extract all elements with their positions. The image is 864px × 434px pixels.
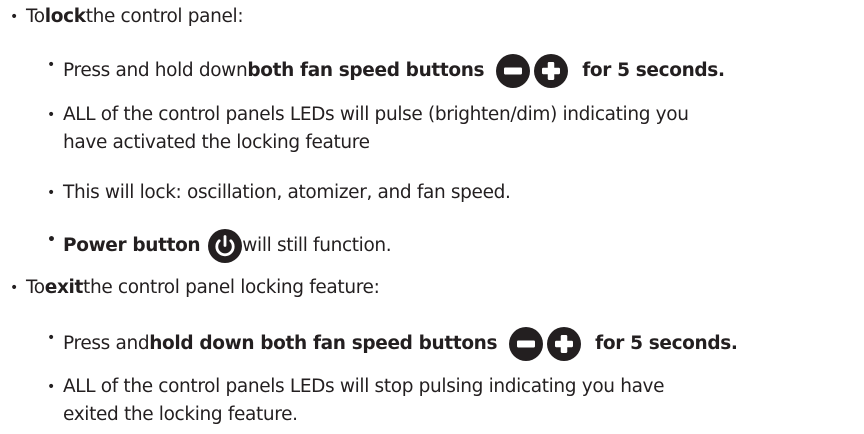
lock-item2-line1: ALL of the control panels LEDs will puls… bbox=[63, 104, 689, 125]
bullet: • bbox=[47, 379, 55, 395]
lock-intro-keyword: lock bbox=[44, 6, 86, 27]
lock-item-press-hold: • Press and hold down both fan speed but… bbox=[47, 54, 725, 88]
bullet: • bbox=[47, 185, 55, 201]
exit-item-press-hold: • Press and hold down both fan speed but… bbox=[47, 327, 738, 361]
lock-intro-text-a: To bbox=[26, 6, 45, 27]
lock-item-power: • Power button will still function. bbox=[47, 229, 392, 263]
bullet: • bbox=[47, 330, 55, 346]
bullet: • bbox=[10, 9, 18, 25]
lock-item4-text: will still function. bbox=[242, 235, 392, 256]
minus-circle-icon bbox=[509, 327, 544, 361]
exit-item1-text-a: Press and bbox=[63, 333, 150, 354]
bullet: • bbox=[47, 107, 55, 123]
lock-item3-text: This will lock: oscillation, atomizer, a… bbox=[63, 182, 511, 203]
exit-intro: • To exit the control panel locking feat… bbox=[10, 277, 380, 299]
exit-item1-duration: for 5 seconds. bbox=[595, 333, 738, 354]
exit-item2-line1: ALL of the control panels LEDs will stop… bbox=[63, 376, 665, 397]
bullet: • bbox=[47, 232, 56, 248]
exit-intro-text-c: the control panel locking feature: bbox=[83, 277, 380, 298]
lock-item1-text-a: Press and hold down bbox=[63, 60, 248, 81]
lock-item4-bold: Power button bbox=[63, 235, 201, 256]
bullet: • bbox=[10, 280, 18, 296]
lock-intro: • To lock the control panel: bbox=[10, 6, 244, 28]
lock-item1-duration: for 5 seconds. bbox=[582, 60, 725, 81]
lock-item-what-locks: • This will lock: oscillation, atomizer,… bbox=[47, 182, 511, 204]
power-icon bbox=[208, 229, 243, 263]
exit-intro-keyword: exit bbox=[44, 277, 84, 298]
exit-item2-line2: exited the locking feature. bbox=[63, 404, 298, 425]
lock-item-leds-line2: have activated the locking feature bbox=[63, 132, 370, 154]
exit-intro-text-a: To bbox=[26, 277, 45, 298]
plus-circle-icon bbox=[534, 54, 569, 88]
bullet: • bbox=[47, 57, 55, 73]
plus-circle-icon bbox=[547, 327, 582, 361]
exit-item-leds-line2: exited the locking feature. bbox=[63, 404, 298, 426]
minus-circle-icon bbox=[496, 54, 531, 88]
exit-item-leds-line1: • ALL of the control panels LEDs will st… bbox=[47, 376, 665, 398]
lock-item-leds-line1: • ALL of the control panels LEDs will pu… bbox=[47, 104, 689, 126]
lock-intro-text-c: the control panel: bbox=[85, 6, 244, 27]
lock-item1-bold: both fan speed buttons bbox=[247, 60, 485, 81]
exit-item1-bold: hold down both fan speed buttons bbox=[149, 333, 498, 354]
lock-item2-line2: have activated the locking feature bbox=[63, 132, 370, 153]
